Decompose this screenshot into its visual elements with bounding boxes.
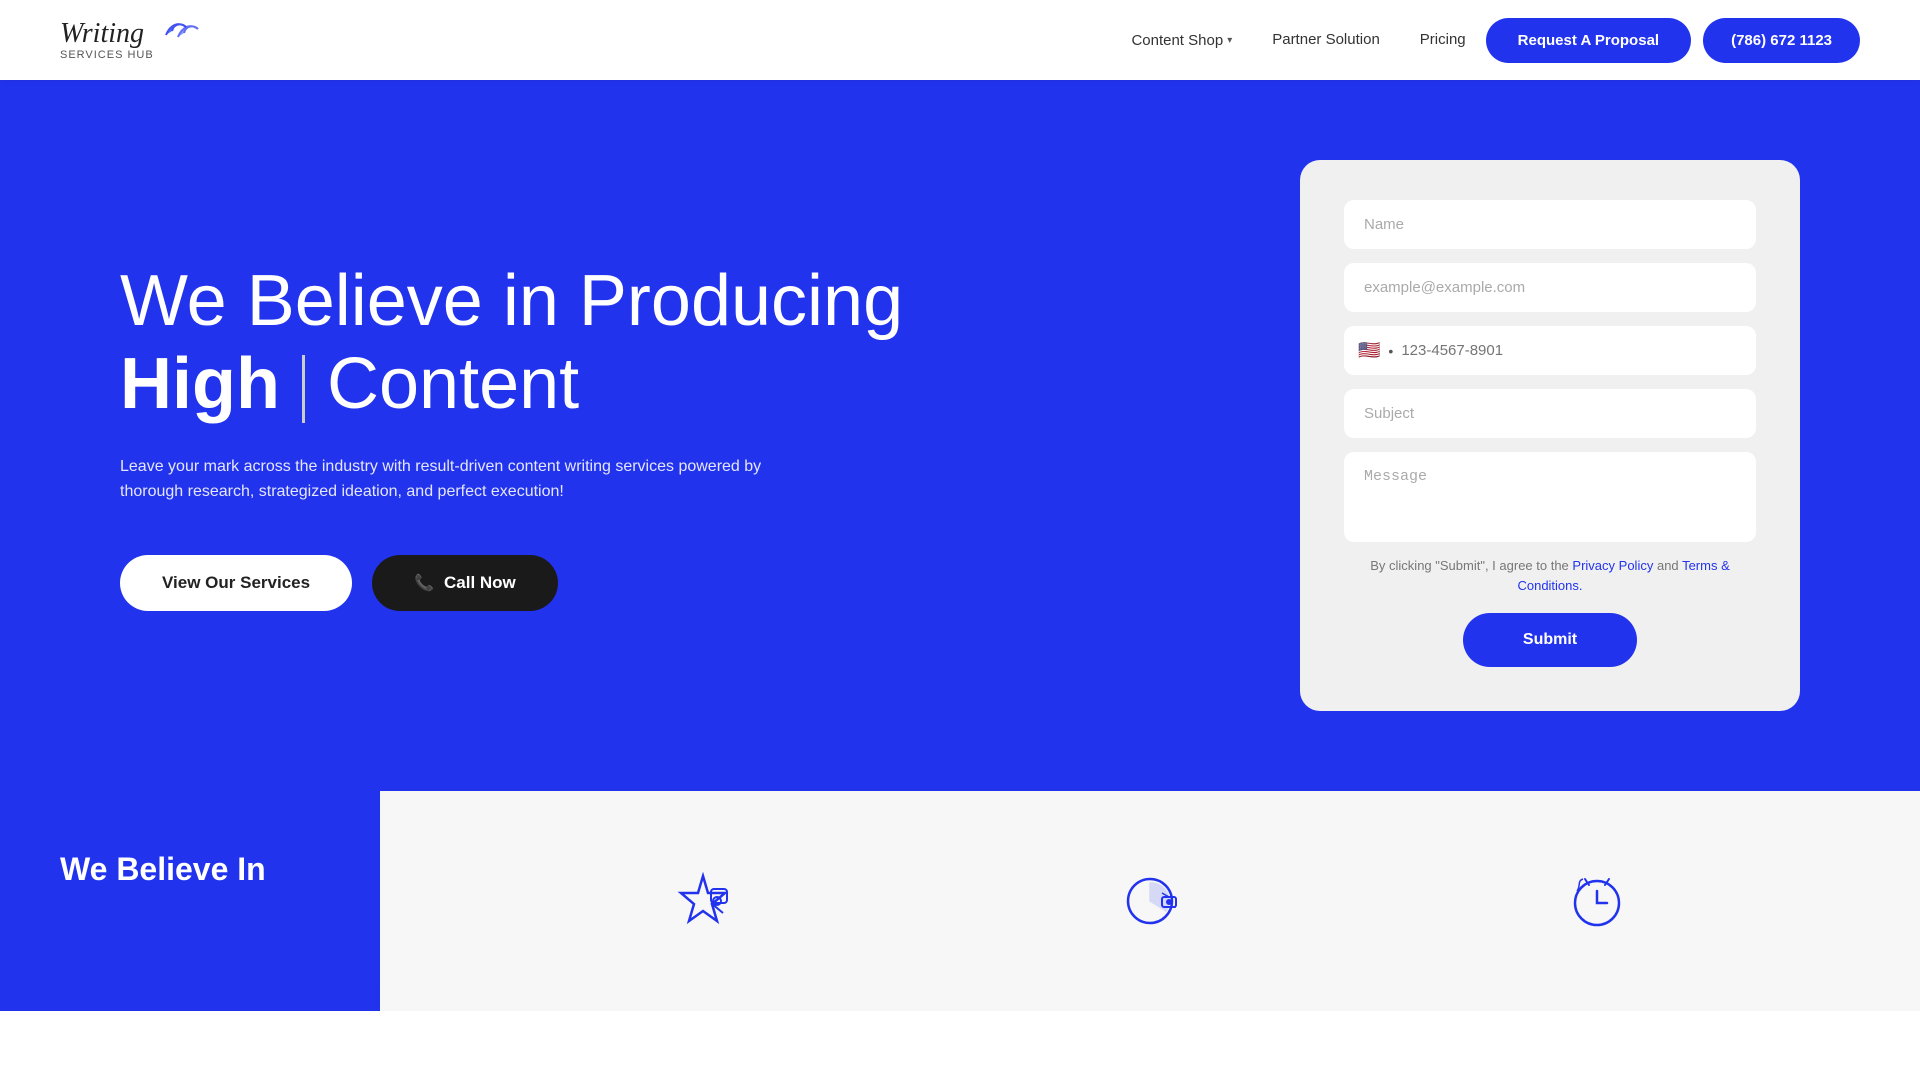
hero-content: We Believe in Producing High Content Lea… — [120, 260, 940, 611]
logo-text: Writing Services Hub — [60, 19, 154, 62]
bottom-section: We Believe In — [0, 791, 1920, 1011]
country-code: • — [1388, 343, 1393, 359]
phone-input[interactable] — [1401, 326, 1742, 375]
quality-icon — [673, 871, 733, 931]
email-input[interactable] — [1344, 263, 1756, 312]
hero-title-rest: Content — [327, 344, 579, 424]
hero-section: We Believe in Producing High Content Lea… — [0, 80, 1920, 791]
hero-buttons: View Our Services 📞 Call Now — [120, 555, 940, 611]
service-icon-2 — [1115, 866, 1185, 936]
nav-partner-link[interactable]: Partner Solution — [1272, 31, 1380, 48]
logo-sub: Services Hub — [60, 49, 154, 61]
nav-item-pricing[interactable]: Pricing — [1420, 31, 1466, 49]
analytics-icon — [1120, 871, 1180, 931]
hero-title-line1: We Believe in Producing — [120, 261, 903, 341]
flag-icon: 🇺🇸 — [1358, 340, 1380, 361]
form-legal-text: By clicking "Submit", I agree to the Pri… — [1344, 556, 1756, 595]
navbar: Writing Services Hub Content Shop ▾ Part… — [0, 0, 1920, 80]
logo: Writing Services Hub — [60, 17, 200, 64]
logo-bird-icon — [158, 17, 200, 56]
phone-icon: 📞 — [414, 573, 434, 593]
hero-title-bold: High — [120, 344, 280, 424]
message-textarea[interactable] — [1344, 452, 1756, 542]
bottom-left: We Believe In — [0, 791, 380, 1011]
logo-script: Writing — [60, 19, 154, 50]
nav-item-partner[interactable]: Partner Solution — [1272, 31, 1380, 49]
service-icon-3 — [1562, 866, 1632, 936]
bottom-right — [380, 791, 1920, 1011]
time-icon — [1567, 871, 1627, 931]
icon-circle-3 — [1562, 866, 1632, 936]
phone-row: 🇺🇸 • — [1344, 326, 1756, 375]
hero-title: We Believe in Producing High Content — [120, 260, 940, 426]
call-now-button[interactable]: 📞 Call Now — [372, 555, 558, 611]
icon-circle-1 — [668, 866, 738, 936]
service-icon-1 — [668, 866, 738, 936]
contact-form-card: 🇺🇸 • By clicking "Submit", I agree to th… — [1300, 160, 1800, 711]
name-input[interactable] — [1344, 200, 1756, 249]
icon-circle-2 — [1115, 866, 1185, 936]
call-now-label: Call Now — [444, 573, 516, 593]
nav-pricing-link[interactable]: Pricing — [1420, 31, 1466, 48]
request-proposal-button[interactable]: Request A Proposal — [1486, 18, 1691, 63]
chevron-down-icon: ▾ — [1227, 35, 1232, 46]
hero-subtitle: Leave your mark across the industry with… — [120, 454, 800, 505]
nav-links: Content Shop ▾ Partner Solution Pricing — [1131, 31, 1465, 49]
phone-button[interactable]: (786) 672 1123 — [1703, 18, 1860, 63]
subject-input[interactable] — [1344, 389, 1756, 438]
nav-item-content-shop[interactable]: Content Shop ▾ — [1131, 32, 1232, 49]
text-cursor — [302, 355, 305, 423]
we-believe-in-heading: We Believe In — [60, 851, 320, 888]
view-services-button[interactable]: View Our Services — [120, 555, 352, 611]
nav-content-shop-link[interactable]: Content Shop ▾ — [1131, 32, 1232, 49]
privacy-policy-link[interactable]: Privacy Policy — [1572, 558, 1653, 573]
submit-button[interactable]: Submit — [1463, 613, 1637, 667]
